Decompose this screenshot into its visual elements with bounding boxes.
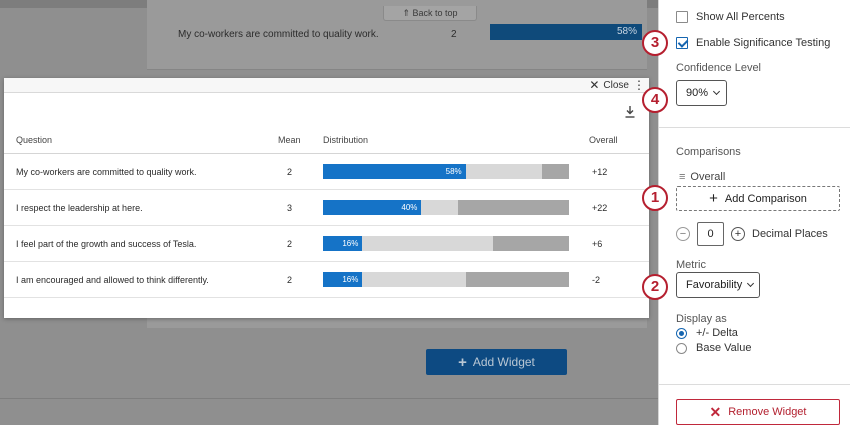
chevron-down-icon xyxy=(747,279,755,288)
mean-value: 2 xyxy=(287,275,293,285)
overall-value: +6 xyxy=(592,239,603,249)
increment-decimal-button[interactable]: + xyxy=(731,227,745,241)
neutral-segment xyxy=(362,272,466,287)
base-value-option-label: Base Value xyxy=(696,342,752,354)
plus-icon: + xyxy=(709,190,718,207)
distribution-bar: 40% xyxy=(323,200,569,215)
section-divider xyxy=(659,127,850,128)
background-row-label: My co-workers are committed to quality w… xyxy=(178,29,379,40)
chevron-down-icon xyxy=(712,87,721,96)
back-to-top-button[interactable]: ⇑ Back to top xyxy=(383,6,477,21)
column-distribution: Distribution xyxy=(323,135,369,145)
confidence-level-label: Confidence Level xyxy=(676,62,762,74)
column-question: Question xyxy=(16,135,53,145)
show-all-percents-checkbox[interactable] xyxy=(676,11,688,23)
distribution-bar: 16% xyxy=(323,236,569,251)
confidence-level-dropdown[interactable]: 90% xyxy=(676,80,727,106)
add-comparison-label: Add Comparison xyxy=(724,192,807,205)
table-row: I feel part of the growth and success of… xyxy=(4,226,649,262)
table-row: I am encouraged and allowed to think dif… xyxy=(4,262,649,298)
base-value-radio[interactable] xyxy=(676,343,687,354)
add-widget-label: Add Widget xyxy=(472,355,535,369)
overall-value: -2 xyxy=(592,275,601,285)
mean-value: 3 xyxy=(287,203,293,213)
add-widget-button[interactable]: + Add Widget xyxy=(426,349,567,375)
significance-testing-checkbox[interactable] xyxy=(676,37,688,49)
delta-radio[interactable] xyxy=(676,328,687,339)
distribution-bar: 16% xyxy=(323,272,569,287)
remove-widget-button[interactable]: ✕ Remove Widget xyxy=(676,399,840,425)
comparison-item-overall[interactable]: ≡ Overall xyxy=(679,171,725,183)
overall-value: +22 xyxy=(592,203,608,213)
neutral-segment xyxy=(362,236,493,251)
section-divider xyxy=(659,384,850,385)
delta-option-label: +/- Delta xyxy=(696,327,738,339)
unfavorable-segment xyxy=(541,164,569,179)
favorable-segment: 40% xyxy=(323,200,422,215)
close-icon: ✕ xyxy=(709,403,722,420)
decimal-places-input[interactable]: 0 xyxy=(697,222,724,246)
favorable-segment: 16% xyxy=(323,236,363,251)
neutral-segment xyxy=(465,164,542,179)
background-lower-card xyxy=(147,318,647,328)
show-all-percents-label: Show All Percents xyxy=(696,11,785,23)
add-comparison-button[interactable]: + Add Comparison xyxy=(676,186,840,211)
column-overall: Overall xyxy=(589,135,618,145)
overall-label: Overall xyxy=(690,171,726,183)
mean-value: 2 xyxy=(287,239,293,249)
more-options-icon[interactable]: ⋮ xyxy=(633,79,645,91)
table-header: Question Mean Distribution Overall xyxy=(4,134,649,154)
table-row: I respect the leadership at here. 3 40% … xyxy=(4,190,649,226)
widget-expanded-modal: ✕ Close ⋮ Question Mean Distribution Ove… xyxy=(4,78,649,318)
decimal-places-label: Decimal Places xyxy=(752,228,828,240)
callout-badge-3: 3 xyxy=(642,30,668,56)
distribution-bar: 58% xyxy=(323,164,569,179)
background-divider xyxy=(0,398,658,399)
unfavorable-segment xyxy=(492,236,569,251)
favorable-segment: 16% xyxy=(323,272,363,287)
question-text: My co-workers are committed to quality w… xyxy=(16,167,197,177)
background-row-bar: 58% xyxy=(490,24,642,40)
widget-settings-panel: Show All Percents Enable Significance Te… xyxy=(658,0,850,425)
background-row-mean: 2 xyxy=(451,29,457,40)
modal-toolbar: ✕ Close ⋮ xyxy=(4,78,649,93)
close-icon: ✕ xyxy=(589,78,600,92)
decrement-decimal-button[interactable]: − xyxy=(676,227,690,241)
close-button[interactable]: ✕ Close xyxy=(589,79,629,91)
significance-testing-label: Enable Significance Testing xyxy=(696,37,831,49)
plus-icon: + xyxy=(458,353,467,371)
question-text: I am encouraged and allowed to think dif… xyxy=(16,275,209,285)
display-as-label: Display as xyxy=(676,313,727,325)
comparisons-label: Comparisons xyxy=(676,146,741,158)
metric-label: Metric xyxy=(676,259,706,271)
callout-badge-2: 2 xyxy=(642,274,668,300)
table-row: My co-workers are committed to quality w… xyxy=(4,154,649,190)
unfavorable-segment xyxy=(458,200,569,215)
metric-value: Favorability xyxy=(686,279,743,291)
unfavorable-segment xyxy=(465,272,569,287)
download-icon[interactable] xyxy=(625,106,635,118)
neutral-segment xyxy=(421,200,459,215)
confidence-level-value: 90% xyxy=(686,87,709,99)
metric-dropdown[interactable]: Favorability xyxy=(676,272,760,298)
column-mean: Mean xyxy=(278,135,301,145)
question-text: I respect the leadership at here. xyxy=(16,203,143,213)
question-text: I feel part of the growth and success of… xyxy=(16,239,197,249)
mean-value: 2 xyxy=(287,167,293,177)
callout-badge-4: 4 xyxy=(642,87,668,113)
remove-widget-label: Remove Widget xyxy=(728,406,807,418)
overall-value: +12 xyxy=(592,167,608,177)
close-label: Close xyxy=(603,79,629,91)
callout-badge-1: 1 xyxy=(642,185,668,211)
drag-handle-icon[interactable]: ≡ xyxy=(679,171,685,183)
favorable-segment: 58% xyxy=(323,164,466,179)
